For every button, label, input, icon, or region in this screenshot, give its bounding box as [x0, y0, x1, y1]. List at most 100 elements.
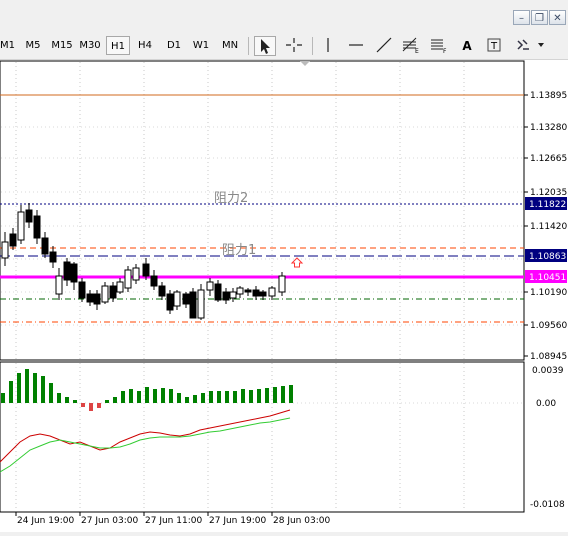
time-label: 27 Jun 19:00: [209, 516, 266, 526]
cursor-tool[interactable]: [254, 36, 276, 56]
histogram-bar: [89, 403, 93, 411]
histogram-bar: [113, 397, 117, 403]
minimize-button[interactable]: –: [513, 10, 530, 25]
channel-tool[interactable]: F: [428, 36, 450, 56]
histogram-bar: [169, 389, 173, 403]
candle-body: [278, 275, 286, 293]
channel-icon: F: [431, 39, 447, 55]
shapes-tool[interactable]: [514, 36, 548, 56]
time-label: 24 Jun 19:00: [17, 516, 74, 526]
window-titlebar: – ❐ ✕: [0, 0, 568, 33]
svg-text:E: E: [415, 48, 419, 54]
histogram-bar: [241, 389, 245, 403]
candle-body: [158, 285, 166, 297]
candle-body: [9, 233, 17, 247]
chart-area[interactable]: 阻力2 阻力1 1.13895 1.13280 1.12665 1.12035 …: [0, 60, 568, 532]
candle-body: [109, 285, 117, 299]
close-button[interactable]: ✕: [549, 10, 566, 25]
cursor-icon: [261, 39, 270, 54]
candle-body: [150, 275, 158, 287]
candle-body: [142, 263, 150, 277]
candle-body: [236, 287, 244, 295]
svg-text:1.10863: 1.10863: [529, 252, 566, 262]
chart-canvas[interactable]: 阻力2 阻力1 1.13895 1.13280 1.12665 1.12035 …: [0, 60, 568, 532]
histogram-bar: [17, 373, 21, 403]
histogram-bar: [201, 393, 205, 403]
candle-body: [124, 269, 132, 289]
candle-body: [259, 291, 267, 297]
candle-body: [33, 215, 41, 239]
price-label: 1.13895: [530, 91, 567, 101]
candle-body: [63, 261, 71, 281]
histogram-bar: [265, 388, 269, 403]
candle-body: [93, 293, 101, 305]
histogram-bar: [281, 386, 285, 403]
timeframe-h1[interactable]: H1: [106, 36, 130, 55]
histogram-bar: [273, 387, 277, 403]
histogram-bar: [249, 390, 253, 403]
histogram-bar: [257, 389, 261, 403]
histogram-bar: [217, 391, 221, 403]
crosshair-tool[interactable]: [284, 36, 306, 56]
price-label: 1.13280: [530, 123, 567, 133]
candle-body: [197, 289, 205, 319]
histogram-bar: [33, 373, 37, 403]
indicator-label: 0.0039: [532, 366, 564, 376]
price-label: 1.11420: [530, 222, 567, 232]
histogram-bar: [153, 389, 157, 403]
text-label-tool[interactable]: T: [484, 36, 506, 56]
histogram-bar: [97, 403, 101, 408]
crosshair-icon: [286, 38, 302, 52]
fibonacci-icon: E: [402, 37, 419, 55]
candle-body: [268, 287, 276, 297]
vertical-line-tool[interactable]: [318, 36, 340, 56]
histogram-bar: [137, 391, 141, 403]
candle-body: [182, 293, 190, 305]
price-axis: 1.13895 1.13280 1.12665 1.12035 1.11420 …: [524, 91, 567, 362]
histogram-bar: [185, 397, 189, 403]
candle-body: [86, 293, 94, 303]
fibonacci-tool[interactable]: E: [400, 36, 422, 56]
histogram-bar: [65, 397, 69, 403]
timeframe-mn[interactable]: MN: [217, 36, 243, 55]
restore-button[interactable]: ❐: [531, 10, 548, 25]
timeframe-w1[interactable]: W1: [189, 36, 213, 55]
candle-body: [101, 285, 109, 303]
time-label: 27 Jun 03:00: [81, 516, 138, 526]
timeframe-m1[interactable]: M1: [0, 36, 15, 55]
histogram-bar: [225, 391, 229, 403]
candle-body: [166, 293, 174, 311]
indicator-pane: [0, 361, 525, 513]
text-tool[interactable]: A: [456, 36, 478, 56]
histogram-bar: [233, 391, 237, 403]
histogram-bar: [129, 389, 133, 403]
horizontal-line-icon: [349, 44, 363, 46]
candle-body: [206, 281, 214, 291]
price-label: 1.12665: [530, 154, 567, 164]
chart-toolbar: M1 M5 M15 M30 H1 H4 D1 W1 MN E F A T: [0, 33, 568, 60]
candle-body: [229, 291, 237, 299]
histogram-bar: [73, 400, 77, 403]
svg-text:1.10451: 1.10451: [529, 273, 566, 283]
candle-body: [214, 283, 222, 301]
timeframe-m15[interactable]: M15: [48, 36, 76, 55]
toolbar-separator: [312, 37, 313, 55]
histogram-bar: [289, 385, 293, 403]
timeframe-d1[interactable]: D1: [162, 36, 186, 55]
timeframe-m30[interactable]: M30: [77, 36, 103, 55]
histogram-bar: [177, 393, 181, 403]
price-pane: [0, 60, 525, 361]
candle-body: [173, 291, 181, 307]
trendline-tool[interactable]: [374, 36, 396, 56]
candle-body: [70, 263, 78, 283]
candle-body: [1, 241, 9, 259]
candle-body: [78, 281, 86, 299]
timeframe-h4[interactable]: H4: [133, 36, 157, 55]
timeframe-m5[interactable]: M5: [22, 36, 44, 55]
price-label: 1.09560: [530, 321, 567, 331]
svg-text:1.11822: 1.11822: [529, 200, 566, 210]
text-label-icon: T: [487, 38, 501, 52]
candle-body: [17, 211, 25, 241]
histogram-bar: [121, 391, 125, 403]
horizontal-line-tool[interactable]: [346, 36, 368, 56]
